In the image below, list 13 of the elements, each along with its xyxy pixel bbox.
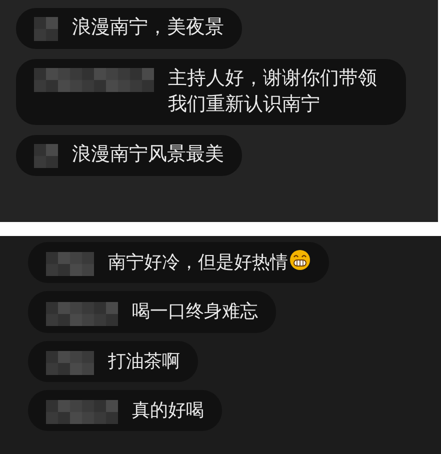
comment-text: 打油茶啊: [108, 350, 180, 372]
pixelated-name: [34, 16, 58, 41]
pixelated-name: [34, 144, 58, 168]
comment-text: 喝一口终身难忘: [132, 300, 258, 324]
comment-text: 浪漫南宁，美夜景: [72, 16, 224, 40]
comment-text: 主持人好，谢谢你们带领我们重新认识南宁: [168, 67, 378, 117]
comment-text: 真的好喝: [132, 398, 204, 422]
pixelated-name: [46, 302, 118, 326]
pixelated-name: [46, 252, 94, 276]
pixelated-name: [46, 350, 94, 375]
comment-text: 南宁好冷，但是好热情: [108, 251, 288, 274]
pixelated-name: [46, 400, 118, 424]
comment-text: 浪漫南宁风景最美: [72, 142, 224, 167]
